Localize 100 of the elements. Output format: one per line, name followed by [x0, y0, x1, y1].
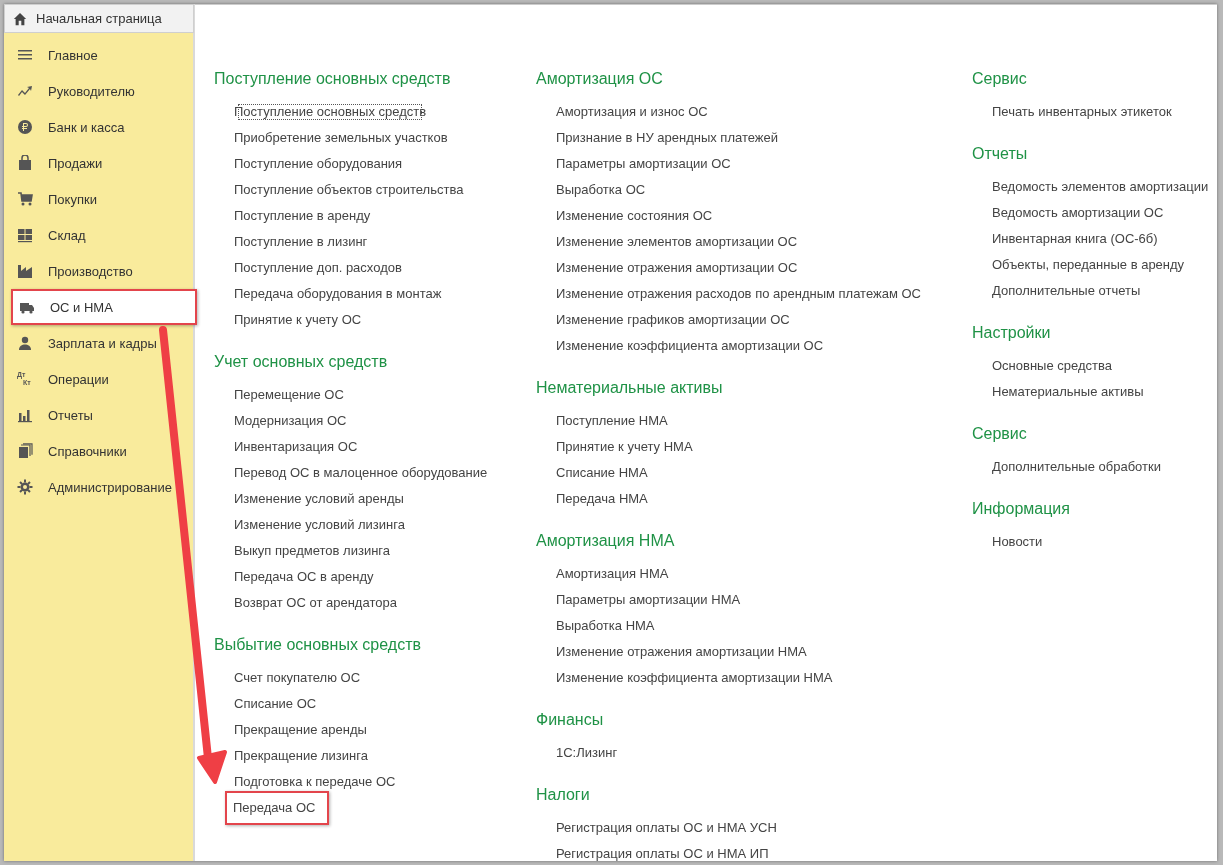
ruble-icon	[17, 119, 33, 135]
menu-link[interactable]: Перевод ОС в малоценное оборудование	[233, 460, 489, 486]
menu-link[interactable]: Поступление объектов строительства	[233, 177, 465, 203]
menu-link[interactable]: Поступление основных средств	[233, 99, 428, 125]
menu-link[interactable]: Прекращение лизинга	[233, 743, 369, 769]
menu-link[interactable]: Ведомость элементов амортизации	[991, 174, 1210, 200]
menu-link[interactable]: Изменение коэффициента амортизации ОС	[555, 333, 825, 359]
menu-icon	[17, 47, 33, 63]
section-title: Выбытие основных средств	[214, 635, 422, 655]
chart-icon	[17, 407, 33, 423]
menu-link[interactable]: Нематериальные активы	[991, 379, 1145, 405]
sidebar-item[interactable]: Покупки	[4, 181, 193, 217]
section-title: Амортизация ОС	[536, 69, 664, 89]
menu-link[interactable]: Счет покупателю ОС	[233, 665, 362, 691]
sidebar-item-label: Производство	[48, 263, 133, 279]
menu-link[interactable]: Передача оборудования в монтаж	[233, 281, 443, 307]
menu-link[interactable]: Ведомость амортизации ОС	[991, 200, 1165, 226]
menu-link[interactable]: Амортизация и износ ОС	[555, 99, 709, 125]
menu-link[interactable]: Изменение условий лизинга	[233, 512, 406, 538]
sidebar-item-label: Банк и касса	[48, 119, 125, 135]
menu-link[interactable]: Изменение графиков амортизации ОС	[555, 307, 791, 333]
sidebar-item[interactable]: Главное	[4, 37, 193, 73]
menu-link[interactable]: Основные средства	[991, 353, 1113, 379]
sidebar-item[interactable]: Зарплата и кадры	[4, 325, 193, 361]
cart-icon	[17, 191, 33, 207]
menu-link[interactable]: Принятие к учету НМА	[555, 434, 694, 460]
sidebar-item[interactable]: Администрирование	[4, 469, 193, 505]
section-title: Поступление основных средств	[214, 69, 452, 89]
menu-link[interactable]: Принятие к учету ОС	[233, 307, 363, 333]
factory-icon	[17, 263, 33, 279]
menu-link[interactable]: Параметры амортизации НМА	[555, 587, 742, 613]
grid-icon	[17, 227, 33, 243]
menu-link[interactable]: Параметры амортизации ОС	[555, 151, 732, 177]
sidebar-item[interactable]: Справочники	[4, 433, 193, 469]
menu-link[interactable]: Новости	[991, 529, 1044, 555]
sidebar-item-label: Склад	[48, 227, 86, 243]
sidebar-item[interactable]: Руководителю	[4, 73, 193, 109]
home-icon	[13, 11, 27, 26]
sidebar-item[interactable]: Продажи	[4, 145, 193, 181]
menu-link[interactable]: Признание в НУ арендных платежей	[555, 125, 779, 151]
section-title: Налоги	[536, 785, 591, 805]
menu-link[interactable]: Прекращение аренды	[233, 717, 368, 743]
menu-link[interactable]: Дополнительные отчеты	[991, 278, 1142, 304]
menu-link[interactable]: Выкуп предметов лизинга	[233, 538, 392, 564]
menu-link[interactable]: Выработка ОС	[555, 177, 647, 203]
menu-link[interactable]: Изменение условий аренды	[233, 486, 405, 512]
section-title: Нематериальные активы	[536, 378, 724, 398]
menu-link[interactable]: Изменение коэффициента амортизации НМА	[555, 665, 834, 691]
sidebar-item-label: Зарплата и кадры	[48, 335, 157, 351]
menu-link[interactable]: Возврат ОС от арендатора	[233, 590, 398, 616]
sidebar-item[interactable]: ОС и НМА	[11, 289, 197, 325]
sidebar-item-label: Главное	[48, 47, 98, 63]
menu-link[interactable]: Изменение элементов амортизации ОС	[555, 229, 799, 255]
sidebar-item[interactable]: Отчеты	[4, 397, 193, 433]
sidebar-item-label: Руководителю	[48, 83, 135, 99]
menu-link[interactable]: Дополнительные обработки	[991, 454, 1162, 480]
menu-link[interactable]: Инвентаризация ОС	[233, 434, 359, 460]
menu-link[interactable]: Объекты, переданные в аренду	[991, 252, 1186, 278]
sidebar-item-label: Справочники	[48, 443, 127, 459]
menu-link[interactable]: Регистрация оплаты ОС и НМА ИП	[555, 841, 770, 865]
menu-link[interactable]: Модернизация ОС	[233, 408, 348, 434]
menu-link[interactable]: Регистрация оплаты ОС и НМА УСН	[555, 815, 778, 841]
menu-link[interactable]: Поступление оборудования	[233, 151, 404, 177]
sidebar-item-label: Отчеты	[48, 407, 93, 423]
menu-link[interactable]: Списание ОС	[233, 691, 318, 717]
menu-link[interactable]: Изменение отражения амортизации НМА	[555, 639, 808, 665]
sidebar-item[interactable]: Банк и касса	[4, 109, 193, 145]
section-title: Отчеты	[972, 144, 1029, 164]
menu-link[interactable]: Поступление доп. расходов	[233, 255, 403, 281]
sidebar-item-label: Операции	[48, 371, 109, 387]
menu-link[interactable]: Изменение отражения амортизации ОС	[555, 255, 799, 281]
section-title: Сервис	[972, 69, 1028, 89]
gear-icon	[17, 479, 33, 495]
sidebar-item-label: Продажи	[48, 155, 103, 171]
bag-icon	[17, 155, 33, 171]
sidebar-item[interactable]: Склад	[4, 217, 193, 253]
menu-link[interactable]: Поступление в лизинг	[233, 229, 369, 255]
menu-link[interactable]: Инвентарная книга (ОС-6б)	[991, 226, 1159, 252]
sidebar-item-label: Администрирование	[48, 479, 172, 495]
home-tab[interactable]: Начальная страница	[4, 4, 194, 33]
menu-link[interactable]: Перемещение ОС	[233, 382, 345, 408]
menu-link[interactable]: Изменение состояния ОС	[555, 203, 714, 229]
books-icon	[17, 443, 33, 459]
menu-link[interactable]: Передача ОС в аренду	[233, 564, 375, 590]
person-icon	[17, 335, 33, 351]
menu-link[interactable]: Передача ОС	[225, 791, 330, 825]
section-title: Финансы	[536, 710, 605, 730]
menu-link[interactable]: Приобретение земельных участков	[233, 125, 449, 151]
menu-link[interactable]: Поступление НМА	[555, 408, 669, 434]
menu-link[interactable]: Передача НМА	[555, 486, 649, 512]
menu-link[interactable]: Поступление в аренду	[233, 203, 372, 229]
menu-link[interactable]: Амортизация НМА	[555, 561, 670, 587]
section-title: Амортизация НМА	[536, 531, 676, 551]
menu-link[interactable]: 1С:Лизинг	[555, 740, 619, 766]
menu-link[interactable]: Списание НМА	[555, 460, 649, 486]
menu-link[interactable]: Выработка НМА	[555, 613, 656, 639]
menu-link[interactable]: Печать инвентарных этикеток	[991, 99, 1173, 125]
sidebar-item[interactable]: Производство	[4, 253, 193, 289]
section-title: Информация	[972, 499, 1071, 519]
menu-link[interactable]: Изменение отражения расходов по арендным платежам ОС	[555, 281, 922, 307]
